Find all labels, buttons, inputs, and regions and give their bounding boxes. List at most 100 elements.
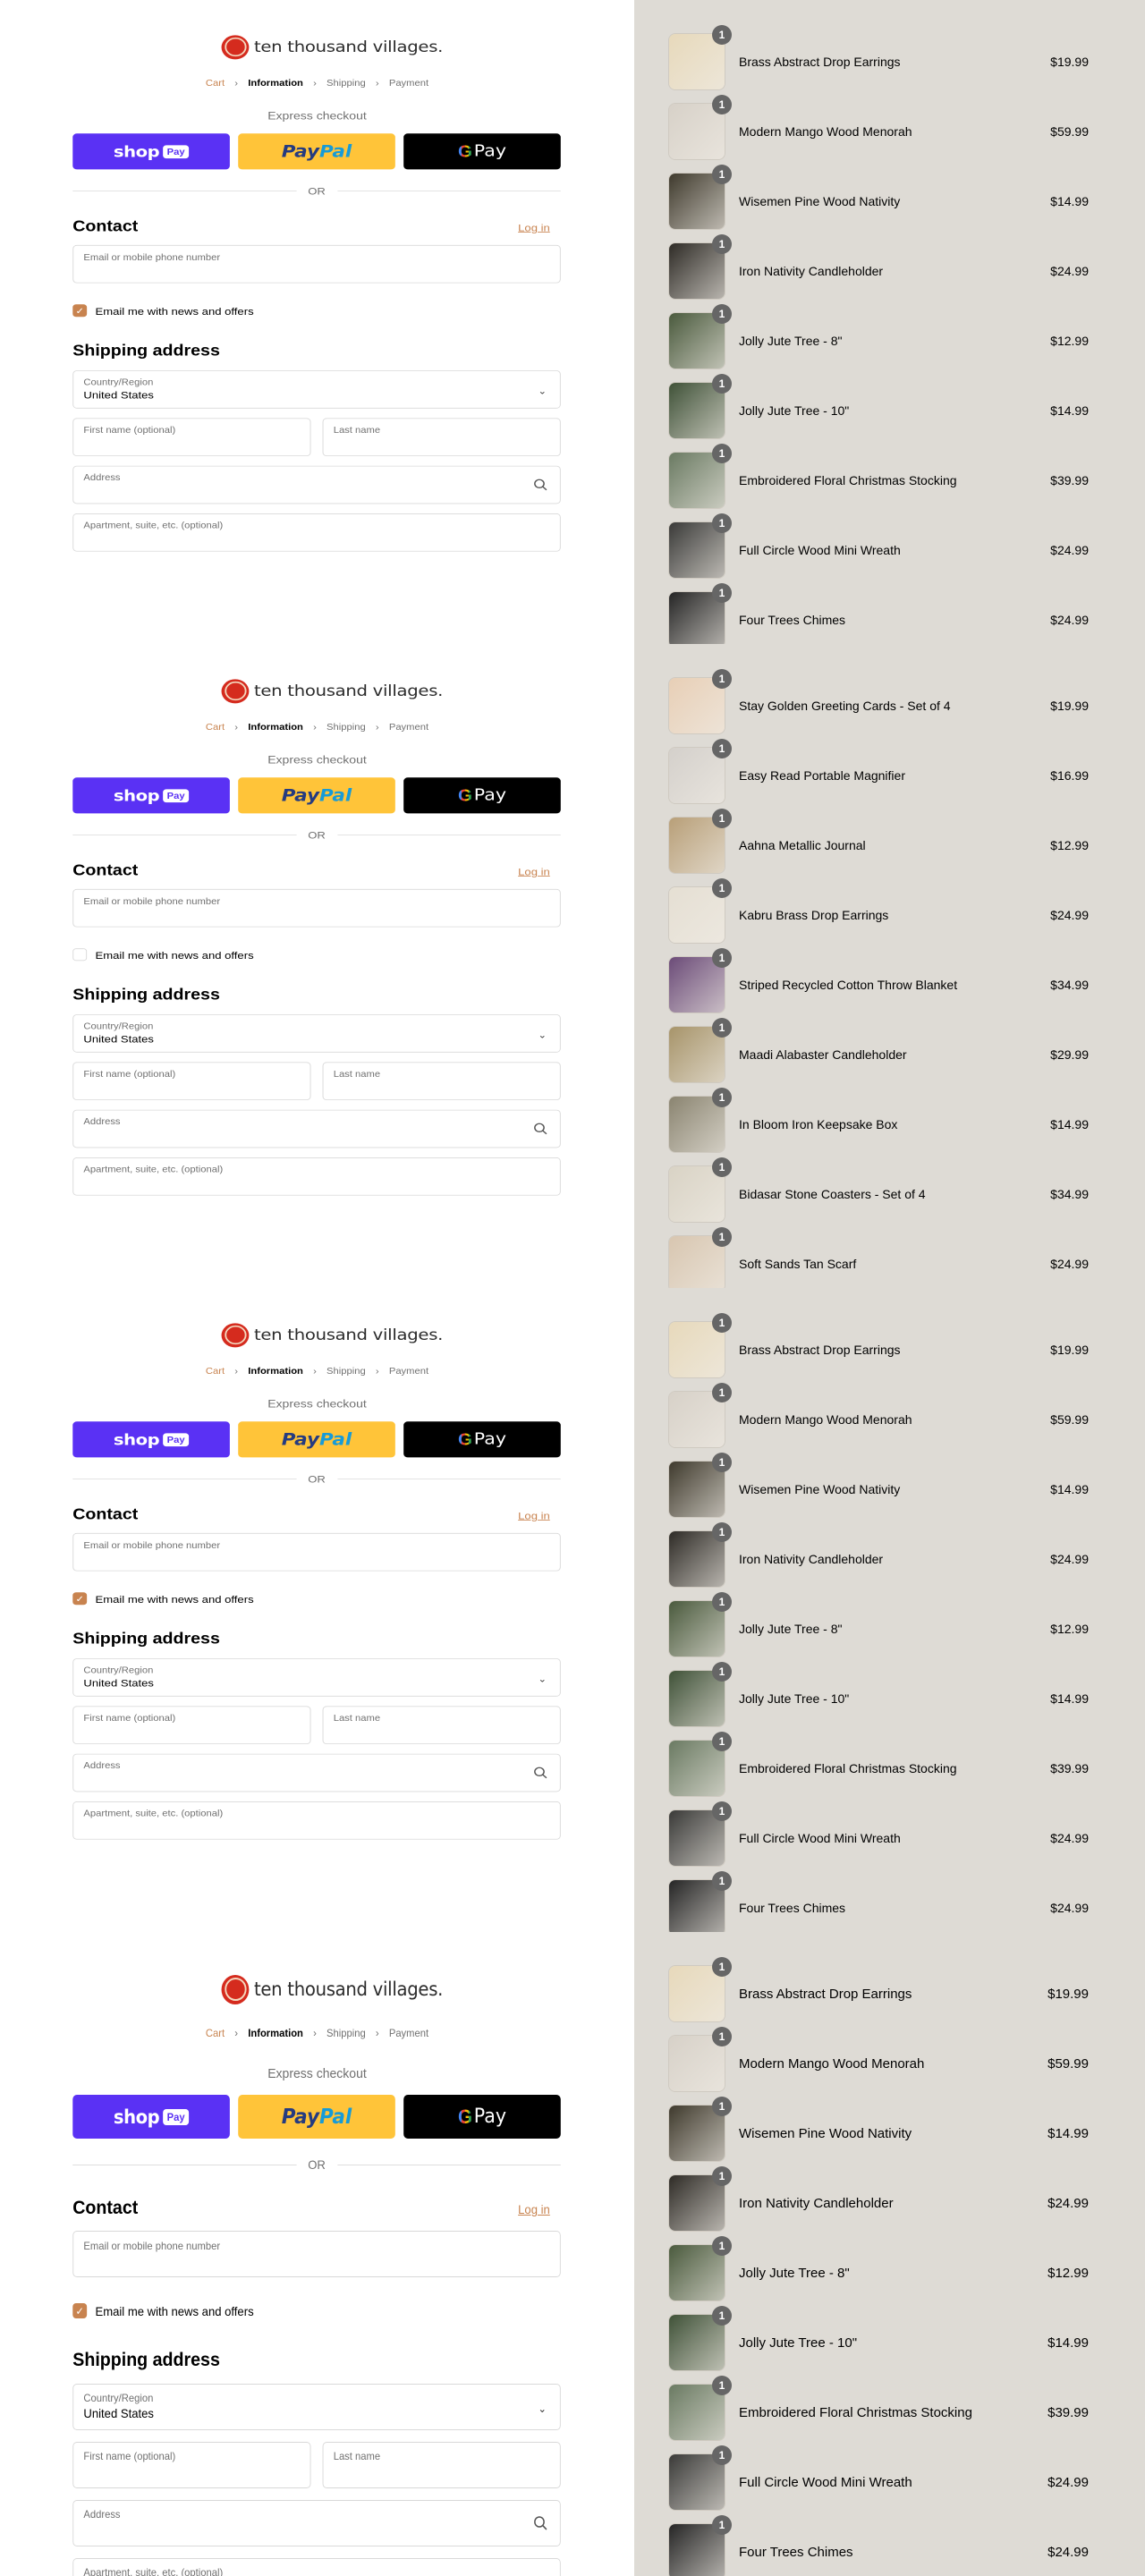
product-name: Modern Mango Wood Menorah [739, 1412, 912, 1427]
newsletter-label: Email me with news and offers [95, 1592, 254, 1605]
quantity-badge: 1 [712, 1801, 732, 1821]
cart-line-item: 1 Wisemen Pine Wood Nativity $14.99 [668, 165, 1089, 230]
newsletter-checkbox-row[interactable]: ✓ Email me with news and offers [72, 1592, 254, 1606]
product-price: $14.99 [1050, 403, 1089, 418]
brand-logo[interactable]: ten thousand villages. [221, 1972, 443, 2006]
address-field[interactable]: Address [72, 465, 561, 504]
quantity-badge: 1 [712, 1018, 732, 1038]
login-link[interactable]: Log in [518, 1510, 602, 1521]
last-name-field[interactable]: Last name [322, 2442, 561, 2488]
product-price: $39.99 [1047, 2404, 1089, 2420]
product-name: Wisemen Pine Wood Nativity [739, 194, 901, 208]
country-select[interactable]: Country/Region United States ⌄ [72, 370, 561, 409]
paypal-button[interactable]: PayPal [238, 133, 395, 170]
address-field[interactable]: Address [72, 2500, 561, 2546]
google-pay-wordmark: Pay [473, 2106, 507, 2128]
paypal-button[interactable]: PayPal [238, 777, 395, 814]
breadcrumb: Cart › Information › Shipping › Payment [0, 1365, 634, 1376]
chevron-right-icon: › [375, 2026, 379, 2039]
quantity-badge: 1 [712, 669, 732, 689]
checkout-form: ten thousand villages. Cart › Information › S… [0, 1288, 634, 1932]
shop-pay-button[interactable]: shop Pay [72, 2095, 230, 2139]
breadcrumb-item-information: Information [248, 77, 303, 89]
email-field[interactable]: Email or mobile phone number [72, 888, 561, 928]
email-field[interactable]: Email or mobile phone number [72, 1532, 561, 1572]
product-name: Wisemen Pine Wood Nativity [739, 2125, 912, 2141]
cart-line-item: 1 Brass Abstract Drop Earrings $19.99 [668, 25, 1089, 90]
chevron-right-icon: › [375, 1365, 379, 1377]
google-pay-button[interactable]: G Pay [403, 777, 561, 814]
paypal-wordmark-pal: Pal [319, 785, 352, 805]
shop-pay-button[interactable]: shop Pay [72, 777, 230, 814]
email-field[interactable]: Email or mobile phone number [72, 2231, 561, 2277]
first-name-placeholder: First name (optional) [83, 2450, 176, 2462]
address-field[interactable]: Address [72, 1753, 561, 1792]
last-name-field[interactable]: Last name [322, 418, 561, 457]
newsletter-checkbox[interactable]: ✓ [72, 304, 88, 318]
last-name-field[interactable]: Last name [322, 1706, 561, 1745]
shop-pay-button[interactable]: shop Pay [72, 1421, 230, 1458]
google-pay-button[interactable]: G Pay [403, 1421, 561, 1458]
google-pay-button[interactable]: G Pay [403, 2095, 561, 2139]
apartment-field[interactable]: Apartment, suite, etc. (optional) [72, 2558, 561, 2576]
last-name-field[interactable]: Last name [322, 1062, 561, 1101]
logo-text: ten thousand villages. [253, 38, 444, 56]
quantity-badge: 1 [712, 809, 732, 828]
brand-logo[interactable]: ten thousand villages. [221, 1321, 443, 1349]
login-link[interactable]: Log in [518, 222, 602, 233]
country-select[interactable]: Country/Region United States ⌄ [72, 1014, 561, 1053]
apartment-field[interactable]: Apartment, suite, etc. (optional) [72, 1801, 561, 1840]
paypal-button[interactable]: PayPal [238, 2095, 395, 2139]
contact-heading: Contact [72, 2198, 139, 2218]
google-pay-wordmark: Pay [473, 142, 507, 161]
brand-logo[interactable]: ten thousand villages. [221, 677, 443, 705]
breadcrumb-item-cart[interactable]: Cart [206, 722, 225, 732]
newsletter-checkbox[interactable]: ✓ [72, 2303, 88, 2318]
product-price: $19.99 [1050, 1343, 1089, 1357]
product-price: $24.99 [1050, 264, 1089, 278]
quantity-badge: 1 [712, 2445, 732, 2465]
brand-logo[interactable]: ten thousand villages. [221, 33, 444, 61]
first-name-field[interactable]: First name (optional) [72, 1706, 311, 1745]
email-field[interactable]: Email or mobile phone number [72, 244, 561, 284]
breadcrumb-item-shipping: Shipping [327, 1365, 366, 1377]
newsletter-checkbox[interactable]: ✓ [72, 1592, 88, 1606]
last-name-placeholder: Last name [333, 1712, 381, 1724]
chevron-down-icon: ⌄ [538, 2402, 547, 2415]
paypal-wordmark-pal: Pal [319, 141, 352, 161]
newsletter-checkbox-row[interactable]: ✓ Email me with news and offers [72, 2303, 254, 2318]
product-name: Jolly Jute Tree - 10" [739, 2334, 858, 2351]
order-summary: 1 Stay Golden Greeting Cards - Set of 4 $1… [634, 644, 1145, 1288]
cart-line-item: 1 In Bloom Iron Keepsake Box $14.99 [668, 1088, 1089, 1153]
paypal-wordmark: PayPal [282, 1430, 352, 1449]
chevron-right-icon: › [234, 721, 239, 733]
breadcrumb-item-payment: Payment [388, 77, 429, 89]
breadcrumb-item-cart[interactable]: Cart [206, 78, 225, 88]
product-price: $59.99 [1047, 2055, 1089, 2072]
cart-line-item: 1 Soft Sands Tan Scarf $24.99 [668, 1227, 1089, 1288]
newsletter-checkbox[interactable] [72, 948, 88, 962]
newsletter-checkbox-row[interactable]: Email me with news and offers [72, 948, 254, 962]
product-price: $12.99 [1050, 1622, 1089, 1636]
shop-pay-button[interactable]: shop Pay [72, 133, 230, 170]
shipping-heading: Shipping address [72, 1630, 220, 1648]
shipping-heading: Shipping address [72, 342, 220, 360]
cart-line-item: 1 Jolly Jute Tree - 8" $12.99 [668, 1592, 1089, 1657]
paypal-button[interactable]: PayPal [238, 1421, 395, 1458]
newsletter-checkbox-row[interactable]: ✓ Email me with news and offers [72, 304, 254, 318]
google-pay-button[interactable]: G Pay [403, 133, 561, 170]
first-name-field[interactable]: First name (optional) [72, 2442, 311, 2488]
breadcrumb-item-cart[interactable]: Cart [206, 2027, 225, 2039]
address-field[interactable]: Address [72, 1109, 561, 1148]
logo-mark-icon [221, 1322, 250, 1348]
apartment-field[interactable]: Apartment, suite, etc. (optional) [72, 1157, 561, 1196]
country-select[interactable]: Country/Region United States ⌄ [72, 2384, 561, 2430]
apartment-field[interactable]: Apartment, suite, etc. (optional) [72, 513, 561, 552]
country-select[interactable]: Country/Region United States ⌄ [72, 1658, 561, 1697]
first-name-field[interactable]: First name (optional) [72, 1062, 311, 1101]
product-name: Maadi Alabaster Candleholder [739, 1047, 907, 1062]
login-link[interactable]: Log in [518, 2202, 602, 2216]
breadcrumb-item-cart[interactable]: Cart [206, 1366, 225, 1376]
login-link[interactable]: Log in [518, 866, 602, 877]
first-name-field[interactable]: First name (optional) [72, 418, 311, 457]
